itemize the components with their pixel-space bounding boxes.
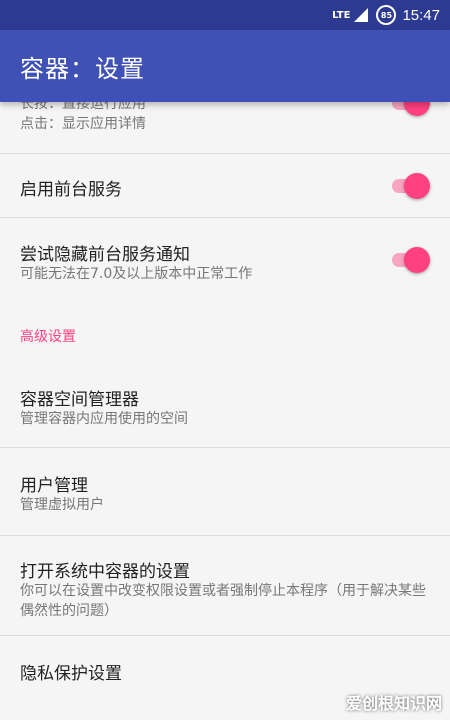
space-manager-subtitle: 管理容器内应用使用的空间 xyxy=(20,411,188,427)
system-settings-subtitle: 你可以在设置中改变权限设置或者强制停止本程序（用于解决某些偶然性的问题） xyxy=(20,583,426,619)
page-title: 容器：设置 xyxy=(20,54,145,83)
launch-behavior-line2: 点击：显示应用详情 xyxy=(20,116,146,132)
privacy-settings-title: 隐私保护设置 xyxy=(20,664,122,684)
hide-notification-title: 尝试隐藏前台服务通知 xyxy=(20,245,190,265)
space-manager-title: 容器空间管理器 xyxy=(20,390,139,410)
lte-indicator: LTE xyxy=(332,9,351,21)
system-settings-title: 打开系统中容器的设置 xyxy=(20,562,190,582)
watermark: 爱创根知识网 xyxy=(346,690,442,714)
user-management-item[interactable]: 用户管理 管理虚拟用户 xyxy=(0,448,450,536)
foreground-service-switch[interactable] xyxy=(388,173,430,199)
clock: 15:47 xyxy=(402,6,440,24)
advanced-settings-header: 高级设置 xyxy=(20,329,76,345)
signal-icon xyxy=(354,8,369,22)
user-management-subtitle: 管理虚拟用户 xyxy=(20,497,104,513)
watermark-text: 爱创根知识网 xyxy=(345,694,442,713)
hide-notification-subtitle: 可能无法在7.0及以上版本中正常工作 xyxy=(20,266,253,282)
user-management-title: 用户管理 xyxy=(20,476,88,496)
space-manager-item[interactable]: 容器空间管理器 管理容器内应用使用的空间 xyxy=(0,358,450,448)
hide-notification-item[interactable]: 尝试隐藏前台服务通知 可能无法在7.0及以上版本中正常工作 xyxy=(0,218,450,298)
battery-icon: 85 xyxy=(376,5,397,25)
status-bar: LTE 85 15:47 xyxy=(0,0,450,30)
foreground-service-item[interactable]: 启用前台服务 xyxy=(0,154,450,218)
app-bar: 容器：设置 xyxy=(0,30,450,102)
switch-thumb xyxy=(404,173,430,199)
foreground-service-title: 启用前台服务 xyxy=(20,180,122,200)
switch-thumb xyxy=(404,247,430,273)
system-settings-item[interactable]: 打开系统中容器的设置 你可以在设置中改变权限设置或者强制停止本程序（用于解决某些… xyxy=(0,536,450,636)
hide-notification-switch[interactable] xyxy=(388,247,430,273)
settings-list: 长按：直接运行应用 点击：显示应用详情 启用前台服务 尝试隐藏前台服务通知 可能… xyxy=(0,90,450,720)
